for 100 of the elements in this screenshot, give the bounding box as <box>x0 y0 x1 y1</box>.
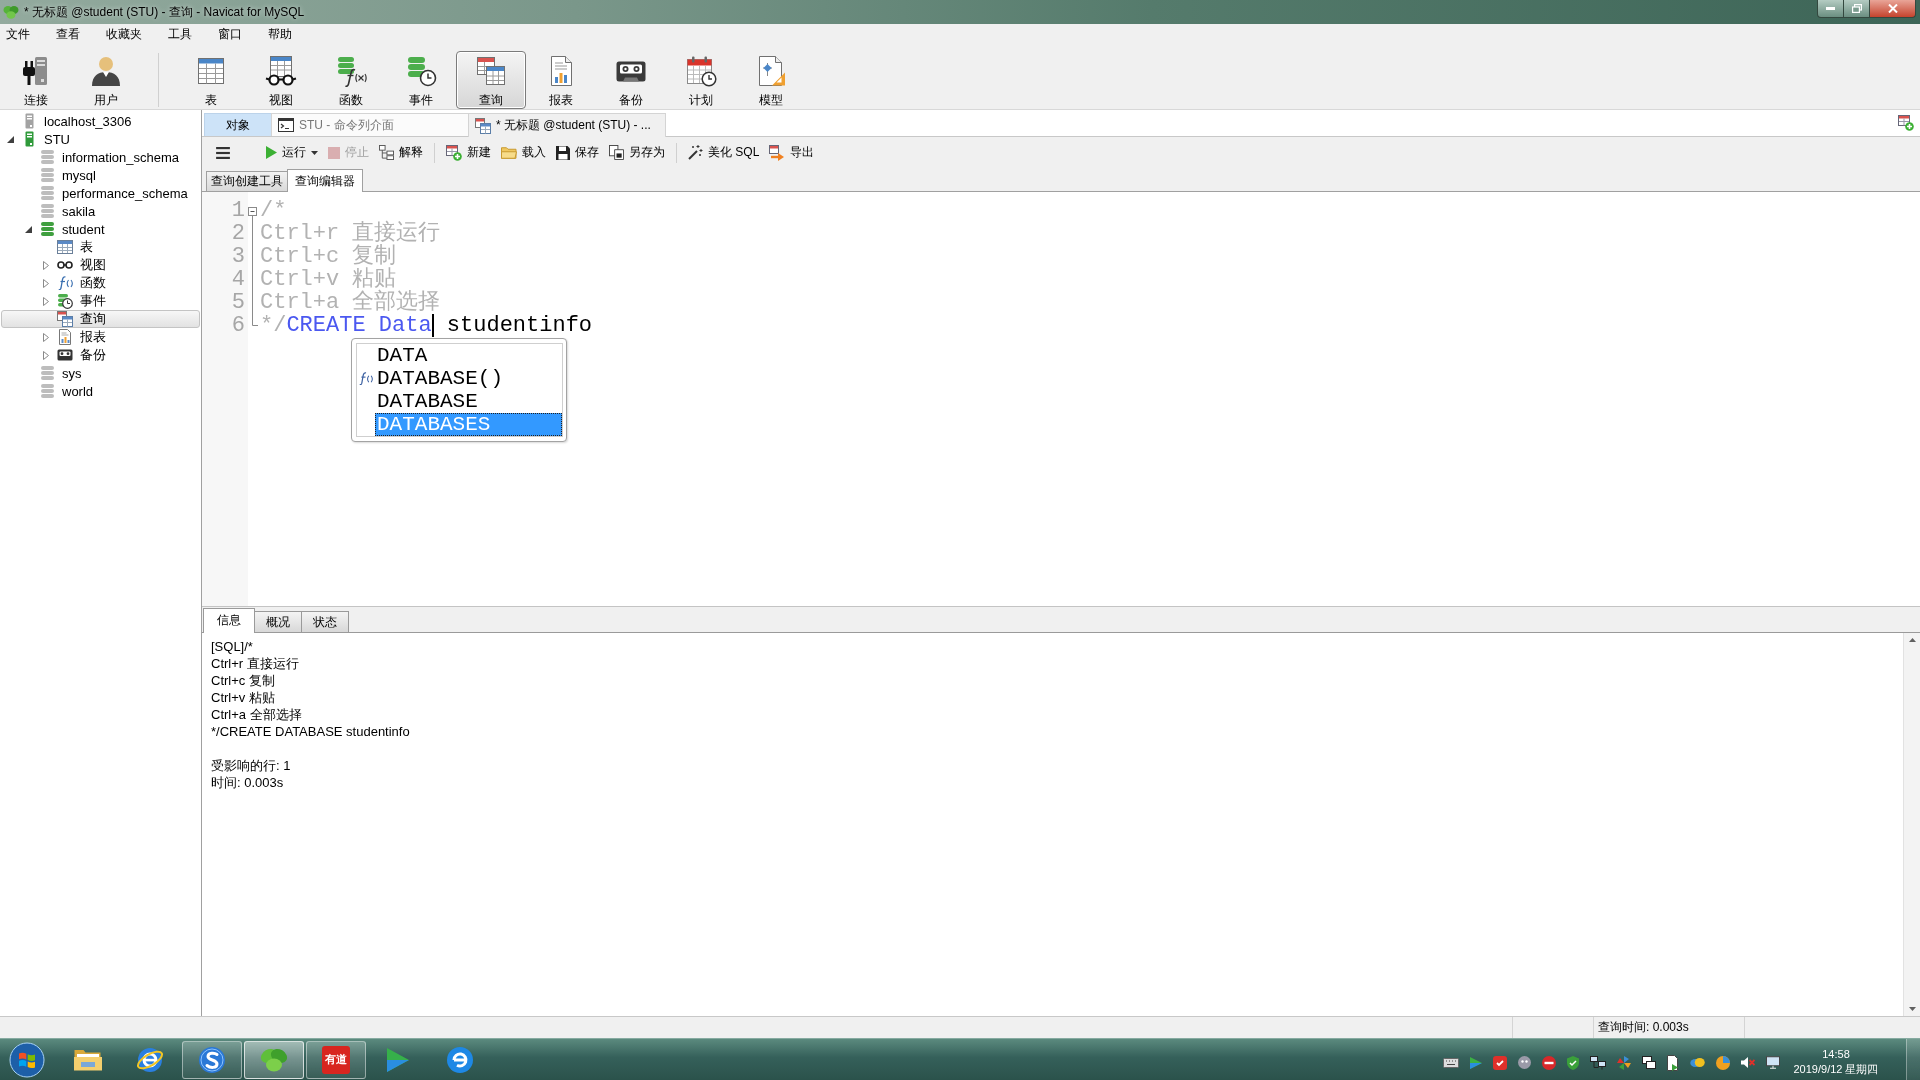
text-cursor <box>431 314 434 337</box>
toolbar-button[interactable]: 函数 <box>316 51 386 109</box>
scroll-up-icon <box>1908 638 1916 642</box>
new-button[interactable]: 新建 <box>444 140 493 165</box>
taskbar-button[interactable]: 有道 <box>306 1040 366 1079</box>
message-line: [SQL]/* <box>211 638 253 655</box>
explain-diagram-icon <box>379 145 394 160</box>
clock-time: 14:58 <box>1822 1046 1850 1062</box>
suggestion-item[interactable]: DATA <box>375 344 562 367</box>
tab[interactable]: STU - 命令列介面 <box>271 113 469 136</box>
editor-tab[interactable]: 查询编辑器 <box>287 169 363 192</box>
tree-item[interactable]: 报表 <box>1 328 200 346</box>
code-text: Ctrl+c 复制 <box>260 245 397 268</box>
keyboard-icon <box>1443 1057 1459 1068</box>
tab[interactable]: * 无标题 @student (STU) - ... <box>468 113 666 137</box>
menu-item[interactable]: 帮助 <box>268 26 292 43</box>
suggestion-item[interactable]: DATABASE() <box>375 367 562 390</box>
toolbar-button[interactable]: 模型 <box>736 51 806 109</box>
restore-button[interactable] <box>1843 0 1870 18</box>
menu-item[interactable]: 工具 <box>168 26 192 43</box>
minimize-button[interactable] <box>1817 0 1844 18</box>
code-text: */CREATE Data <box>260 314 432 337</box>
beautify-button[interactable]: 美化 SQL <box>686 140 762 165</box>
e-swirl-icon <box>447 1046 473 1073</box>
toolbar-button[interactable]: 表 <box>176 51 246 109</box>
result-tab[interactable]: 概况 <box>254 611 302 632</box>
close-icon <box>1887 4 1898 13</box>
line-number: 3 <box>230 245 246 268</box>
result-tab[interactable]: 状态 <box>301 611 349 632</box>
monitor-icon <box>1766 1056 1780 1069</box>
query-grid-icon <box>475 55 507 87</box>
menu-item[interactable]: 窗口 <box>218 26 242 43</box>
database-clock-icon <box>57 293 73 309</box>
tree-item[interactable]: sakila <box>1 202 200 220</box>
database-clock-icon <box>405 55 437 87</box>
editor-tab[interactable]: 查询创建工具 <box>206 171 288 191</box>
result-tab[interactable]: 信息 <box>203 608 255 633</box>
scroll-down-icon <box>1908 1007 1916 1011</box>
new-tab-button[interactable] <box>1898 115 1914 131</box>
tree-item[interactable]: 事件 <box>1 292 200 310</box>
restore-icon <box>1851 4 1862 13</box>
taskbar-button[interactable] <box>182 1040 242 1079</box>
tree-item[interactable]: localhost_3306 <box>1 112 200 130</box>
toolbar-button[interactable]: 备份 <box>596 51 666 109</box>
menu-item[interactable]: 查看 <box>56 26 80 43</box>
menu-item[interactable]: 文件 <box>6 26 30 43</box>
toolbar-button[interactable]: 计划 <box>666 51 736 109</box>
run-button[interactable]: 运行 <box>264 140 320 165</box>
window-title: * 无标题 @student (STU) - 查询 - Navicat for MySQL <box>24 3 305 21</box>
export-button[interactable]: 导出 <box>767 140 817 165</box>
explain-button[interactable]: 解释 <box>377 140 425 165</box>
tree-item[interactable]: STU <box>1 130 200 148</box>
tree-item[interactable]: mysql <box>1 166 200 184</box>
taskbar-button[interactable] <box>244 1040 304 1079</box>
network-computers-icon <box>1590 1055 1606 1070</box>
menu-item[interactable]: 收藏夹 <box>106 26 142 43</box>
toolbar-button[interactable]: 事件 <box>386 51 456 109</box>
message-line: 时间: 0.003s <box>211 774 284 791</box>
pinwheel-icon <box>1617 1055 1631 1070</box>
tree-item[interactable]: 查询 <box>1 310 200 328</box>
close-button[interactable] <box>1869 0 1916 18</box>
tree-item[interactable]: 表 <box>1 238 200 256</box>
tree-item[interactable]: information_schema <box>1 148 200 166</box>
magic-wand-icon <box>688 145 703 160</box>
toolbar-button[interactable]: 视图 <box>246 51 316 109</box>
message-line: */CREATE DATABASE studentinfo <box>211 723 410 740</box>
database-function-icon <box>335 55 367 87</box>
document-play-icon <box>1667 1054 1679 1071</box>
tab[interactable]: 对象 <box>204 113 272 136</box>
toolbar-button[interactable]: 查询 <box>456 51 526 109</box>
tree-item[interactable]: 函数 <box>1 274 200 292</box>
export-arrow-icon <box>769 144 786 161</box>
show-desktop-button[interactable] <box>1906 1038 1920 1080</box>
toolbar-button[interactable]: 用户 <box>71 51 141 109</box>
vertical-scrollbar[interactable] <box>1903 633 1920 1016</box>
badge-check-icon <box>1493 1055 1507 1070</box>
save-as-button[interactable]: 另存为 <box>607 140 667 165</box>
function-icon <box>359 372 373 385</box>
cloud-icon <box>1690 1058 1705 1067</box>
message-line: Ctrl+c 复制 <box>211 672 275 689</box>
tree-item[interactable]: 视图 <box>1 256 200 274</box>
calendar-clock-icon <box>685 55 717 87</box>
load-button[interactable]: 载入 <box>499 140 548 165</box>
speaker-muted-icon <box>1741 1057 1755 1068</box>
tree-item[interactable]: 备份 <box>1 346 200 364</box>
toolbar-button[interactable]: 报表 <box>526 51 596 109</box>
tree-item[interactable]: world <box>1 382 200 400</box>
tree-item[interactable]: performance_schema <box>1 184 200 202</box>
leaf-icon <box>3 5 19 19</box>
suggestion-item[interactable]: DATABASE <box>375 390 562 413</box>
e-logo-icon <box>136 1045 164 1074</box>
message-line: Ctrl+v 粘贴 <box>211 689 275 706</box>
line-number: 1 <box>230 199 246 222</box>
leaf-icon <box>260 1047 288 1072</box>
toolbar-button[interactable]: 连接 <box>1 51 71 109</box>
tree-item[interactable]: student <box>1 220 200 238</box>
stop-icon <box>328 146 340 159</box>
tree-item[interactable]: sys <box>1 364 200 382</box>
user-silhouette-icon <box>90 55 122 87</box>
save-button[interactable]: 保存 <box>554 140 601 165</box>
